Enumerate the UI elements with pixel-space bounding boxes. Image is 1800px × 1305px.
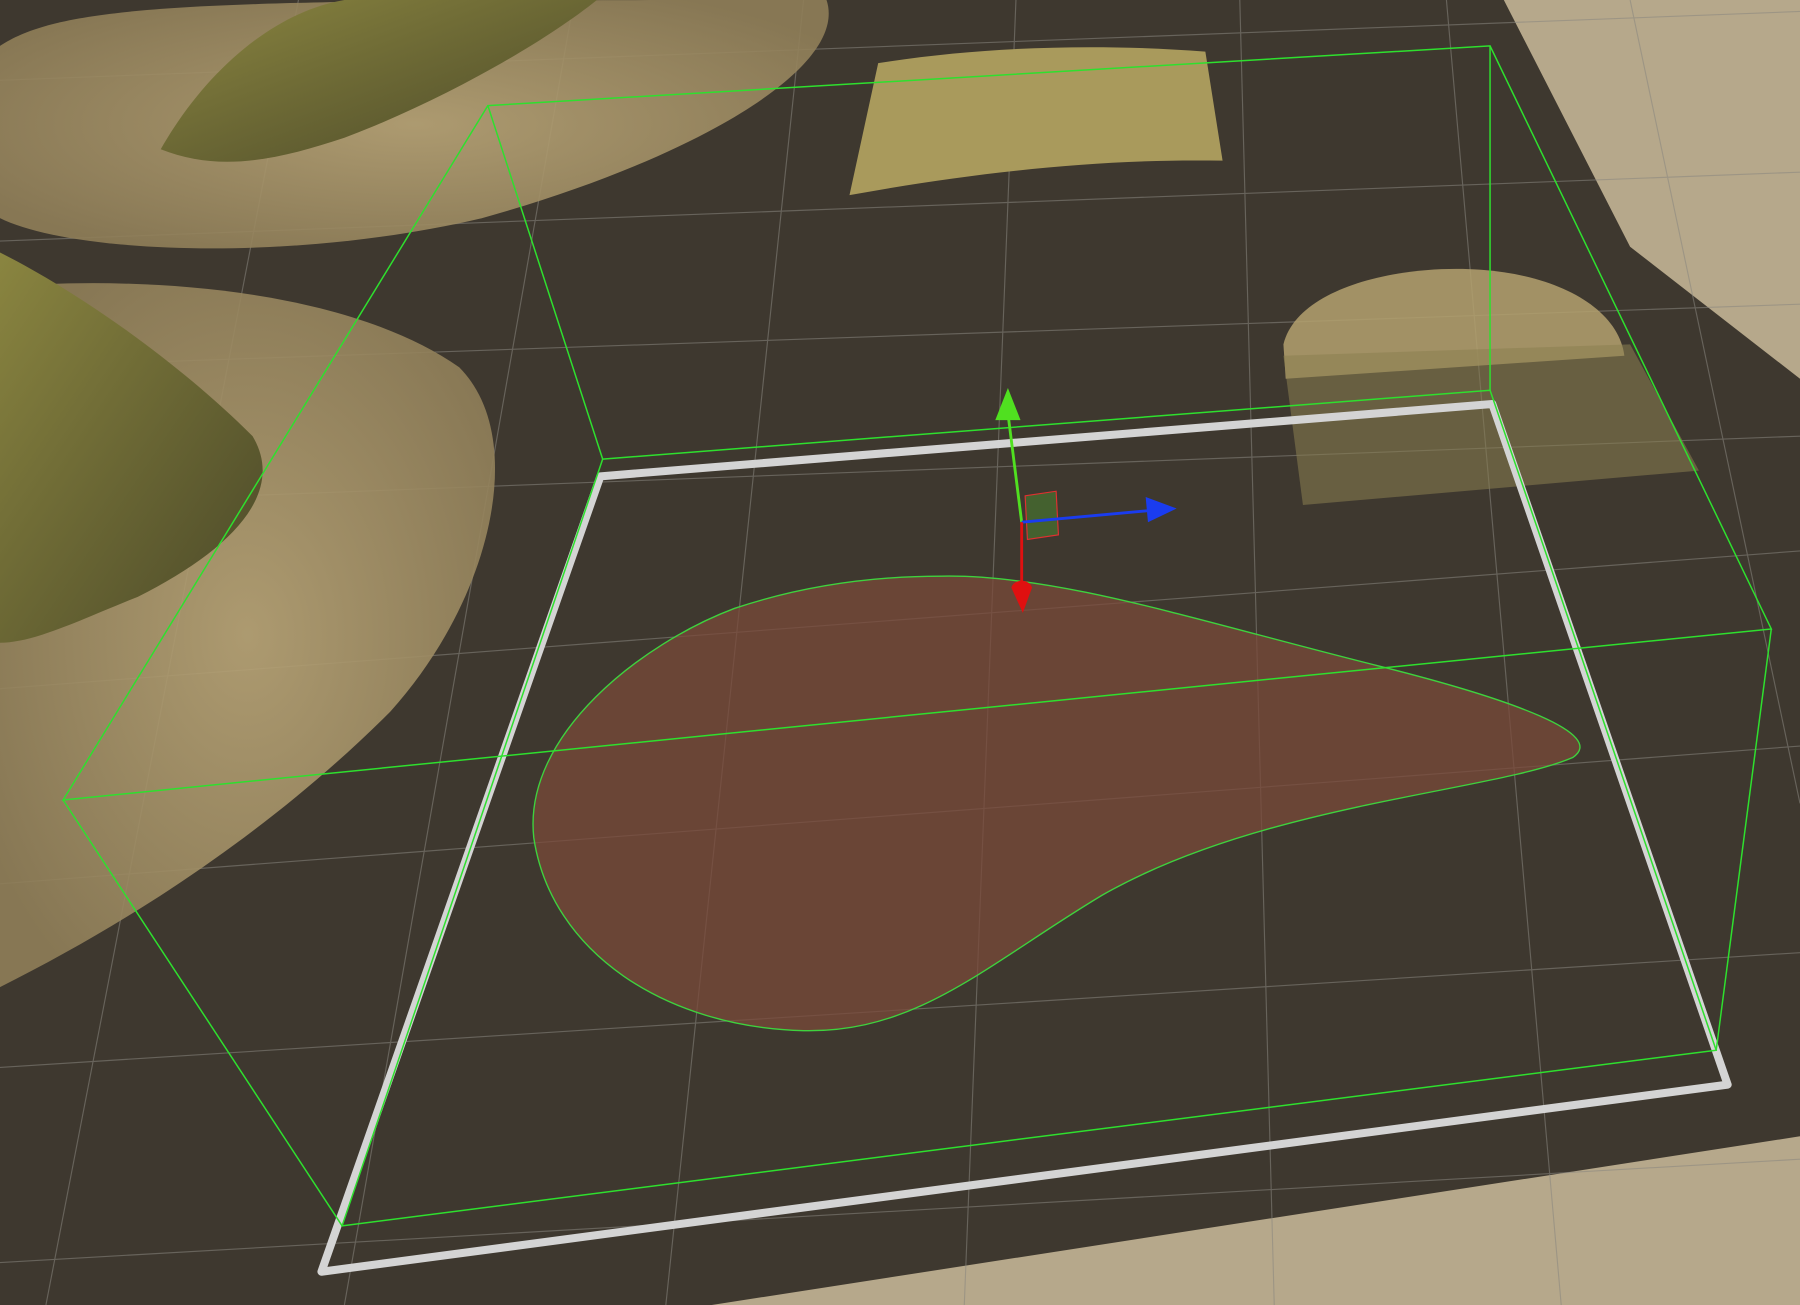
plane-handle-icon[interactable] xyxy=(1024,490,1060,541)
scene-view[interactable] xyxy=(0,0,1800,1305)
